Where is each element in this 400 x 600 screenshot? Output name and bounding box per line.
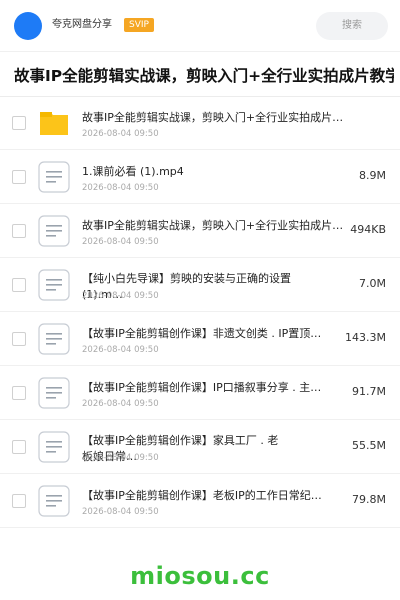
checkbox[interactable]: [12, 116, 26, 130]
header-bar: 夸克网盘分享 SVIP 搜索: [0, 0, 400, 52]
list-item[interactable]: 故事IP全能剪辑实战课，剪映入门+全行业实拍成片教… 2026-08-04 09…: [0, 204, 400, 258]
checkbox[interactable]: [12, 278, 26, 292]
folder-icon: [38, 107, 70, 139]
list-item[interactable]: 【纯小白先导课】剪映的安装与正确的设置 (1).m… 2026-08-04 09…: [0, 258, 400, 312]
checkbox[interactable]: [12, 332, 26, 346]
file-name: 1.课前必看 (1).mp4: [82, 165, 184, 178]
file-size: 8.9M: [359, 169, 386, 182]
file-date: 2026-08-04 09:50: [82, 399, 159, 409]
file-date: 2026-08-04 09:50: [82, 129, 159, 139]
page-title: 故事IP全能剪辑实战课，剪映入门+全行业实拍成片教学: [14, 67, 394, 85]
document-icon: [38, 323, 70, 355]
file-list: 故事IP全能剪辑实战课，剪映入门+全行业实拍成片教学 2026-08-04 09…: [0, 96, 400, 528]
document-icon: [38, 377, 70, 409]
file-size: 7.0M: [359, 277, 386, 290]
file-date: 2026-08-04 09:50: [82, 507, 159, 517]
file-size: 143.3M: [345, 331, 386, 344]
share-name: 夸克网盘分享: [52, 19, 112, 30]
file-size: 494KB: [350, 223, 386, 236]
avatar[interactable]: [14, 12, 42, 40]
file-name: 故事IP全能剪辑实战课，剪映入门+全行业实拍成片教学: [82, 111, 352, 124]
svip-badge: SVIP: [124, 18, 154, 32]
document-icon: [38, 269, 70, 301]
file-date: 2026-08-04 09:50: [82, 183, 159, 193]
file-date: 2026-08-04 09:50: [82, 453, 159, 463]
list-item[interactable]: 【故事IP全能剪辑创作课】IP口播叙事分享 . 主… 2026-08-04 09…: [0, 366, 400, 420]
list-item[interactable]: 故事IP全能剪辑实战课，剪映入门+全行业实拍成片教学 2026-08-04 09…: [0, 96, 400, 150]
checkbox[interactable]: [12, 440, 26, 454]
document-icon: [38, 431, 70, 463]
list-item[interactable]: 【故事IP全能剪辑创作课】非遗文创类 . IP置顶… 2026-08-04 09…: [0, 312, 400, 366]
document-icon: [38, 161, 70, 193]
checkbox[interactable]: [12, 386, 26, 400]
list-item[interactable]: 【故事IP全能剪辑创作课】家具工厂 . 老板娘日常… 2026-08-04 09…: [0, 420, 400, 474]
file-size: 55.5M: [352, 439, 386, 452]
file-name: 故事IP全能剪辑实战课，剪映入门+全行业实拍成片教…: [82, 219, 352, 232]
watermark: miosou.cc: [130, 562, 270, 590]
file-size: 79.8M: [352, 493, 386, 506]
search-input[interactable]: 搜索: [316, 12, 388, 40]
list-item[interactable]: 【故事IP全能剪辑创作课】老板IP的工作日常纪录… 2026-08-04 09:…: [0, 474, 400, 528]
list-item[interactable]: 1.课前必看 (1).mp4 2026-08-04 09:50 8.9M: [0, 150, 400, 204]
file-size: 91.7M: [352, 385, 386, 398]
document-icon: [38, 485, 70, 517]
file-date: 2026-08-04 09:50: [82, 345, 159, 355]
checkbox[interactable]: [12, 494, 26, 508]
document-icon: [38, 215, 70, 247]
checkbox[interactable]: [12, 170, 26, 184]
file-name: 【故事IP全能剪辑创作课】老板IP的工作日常纪录…: [82, 489, 332, 502]
file-date: 2026-08-04 09:50: [82, 291, 159, 301]
file-name: 【故事IP全能剪辑创作课】非遗文创类 . IP置顶…: [82, 327, 322, 340]
checkbox[interactable]: [12, 224, 26, 238]
file-name: 【故事IP全能剪辑创作课】IP口播叙事分享 . 主…: [82, 381, 322, 394]
file-date: 2026-08-04 09:50: [82, 237, 159, 247]
